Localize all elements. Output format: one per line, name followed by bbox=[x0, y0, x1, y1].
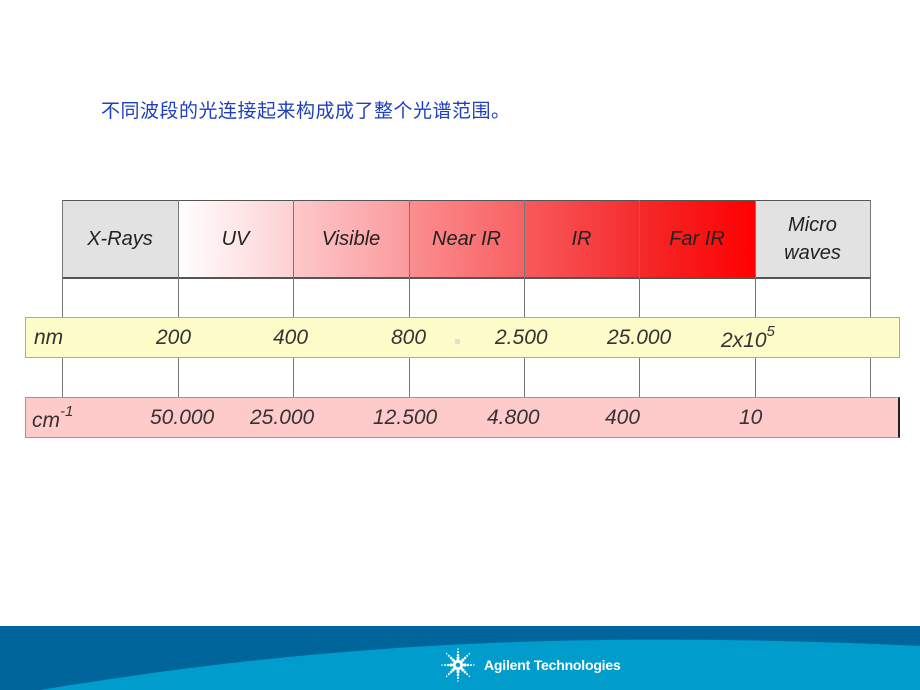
spark-dot bbox=[447, 673, 450, 676]
region-near-ir: Near IR bbox=[409, 200, 524, 279]
wavelength-band: nm 200 400 800 2.500 25.000 2x105 bbox=[25, 317, 900, 358]
spark-dot bbox=[466, 673, 469, 676]
region-visible: Visible bbox=[293, 200, 409, 279]
spark-dot bbox=[445, 675, 448, 678]
grid-line bbox=[524, 358, 525, 397]
grid-line bbox=[409, 358, 410, 397]
wavelength-value: 200 bbox=[156, 326, 192, 349]
region-label: UV bbox=[221, 228, 250, 250]
spark-dot bbox=[463, 663, 467, 667]
spark-dot bbox=[456, 650, 460, 654]
spark-dot bbox=[463, 656, 467, 660]
region-label: Near IR bbox=[432, 228, 501, 250]
marker-dot bbox=[455, 339, 460, 344]
wavelength-value-max: 2x105 bbox=[721, 323, 775, 353]
spark-dot bbox=[456, 673, 460, 677]
value-exponent: 5 bbox=[766, 323, 775, 340]
grid-line bbox=[178, 358, 179, 397]
spark-dot bbox=[449, 670, 453, 674]
spark-dot bbox=[449, 663, 453, 667]
grid-line bbox=[639, 358, 640, 397]
grid-line bbox=[870, 200, 871, 317]
spark-dot bbox=[451, 668, 455, 672]
grid-line bbox=[755, 200, 756, 317]
spark-dot bbox=[466, 654, 469, 657]
spark-dot bbox=[445, 652, 448, 655]
grid-line bbox=[870, 358, 871, 397]
wavenumber-value: 50.000 bbox=[150, 406, 215, 429]
wavenumber-value: 4.800 bbox=[487, 406, 540, 429]
spark-dot bbox=[451, 658, 455, 662]
grid-line bbox=[178, 200, 179, 317]
wavelength-value: 400 bbox=[273, 326, 309, 349]
region-label: Far IR bbox=[669, 228, 725, 250]
spark-dot bbox=[461, 668, 465, 672]
spark-dot bbox=[461, 658, 465, 662]
spark-dot bbox=[469, 663, 473, 667]
grid-line bbox=[293, 358, 294, 397]
spark-dot bbox=[449, 656, 453, 660]
wavenumber-band: cm-1 50.000 25.000 12.500 4.800 400 10 bbox=[25, 397, 900, 438]
wavelength-value: 25.000 bbox=[607, 326, 672, 349]
grid-line bbox=[639, 200, 640, 317]
grid-line bbox=[62, 200, 63, 317]
grid-line bbox=[409, 200, 410, 317]
spark-dot bbox=[468, 652, 471, 655]
spark-dot bbox=[443, 663, 447, 667]
unit-exponent: -1 bbox=[60, 403, 74, 420]
wavenumber-value: 25.000 bbox=[250, 406, 315, 429]
spark-dot bbox=[456, 670, 460, 674]
wavenumber-value: 12.500 bbox=[373, 406, 438, 429]
wavenumber-value: 400 bbox=[605, 406, 641, 429]
grid-line bbox=[524, 200, 525, 317]
brand-name: Agilent Technologies bbox=[484, 657, 621, 673]
spark-dot bbox=[457, 680, 459, 682]
spark-dot bbox=[446, 663, 450, 667]
wavelength-value: 800 bbox=[391, 326, 427, 349]
grid-line bbox=[62, 358, 63, 397]
value-base: 2x10 bbox=[721, 329, 767, 352]
spark-dot bbox=[466, 663, 470, 667]
spark-dot bbox=[456, 653, 460, 657]
spark-dot bbox=[447, 654, 450, 657]
spark-icon bbox=[441, 648, 475, 682]
wavelength-unit: nm bbox=[34, 326, 64, 349]
spark-dot bbox=[463, 670, 467, 674]
spark-dot bbox=[457, 648, 459, 650]
region-ir: IR bbox=[524, 200, 639, 279]
region-uv: UV bbox=[178, 200, 293, 279]
wavelength-value: 2.500 bbox=[495, 326, 548, 349]
region-label: IR bbox=[571, 228, 592, 250]
region-label: Micro waves bbox=[784, 214, 841, 264]
spark-dot bbox=[468, 675, 471, 678]
wavenumber-unit: cm-1 bbox=[32, 403, 74, 433]
region-label: Visible bbox=[321, 228, 381, 250]
grid-line bbox=[293, 200, 294, 317]
region-label: X-Rays bbox=[87, 228, 153, 250]
agilent-logo: Agilent Technologies bbox=[440, 647, 621, 683]
grid-line bbox=[755, 358, 756, 397]
spark-dot bbox=[456, 656, 460, 660]
spark-dot bbox=[441, 664, 443, 666]
spark-dot bbox=[473, 664, 475, 666]
unit-base: cm bbox=[32, 409, 60, 432]
spark-dot bbox=[456, 676, 460, 680]
spectrum-diagram: X-Rays UV Visible Near IR IR Far IR Micr… bbox=[0, 0, 920, 460]
region-x-rays: X-Rays bbox=[62, 200, 178, 279]
region-microwaves: Micro waves bbox=[755, 200, 870, 279]
region-far-ir: Far IR bbox=[639, 200, 755, 279]
wavenumber-value: 10 bbox=[739, 406, 763, 429]
